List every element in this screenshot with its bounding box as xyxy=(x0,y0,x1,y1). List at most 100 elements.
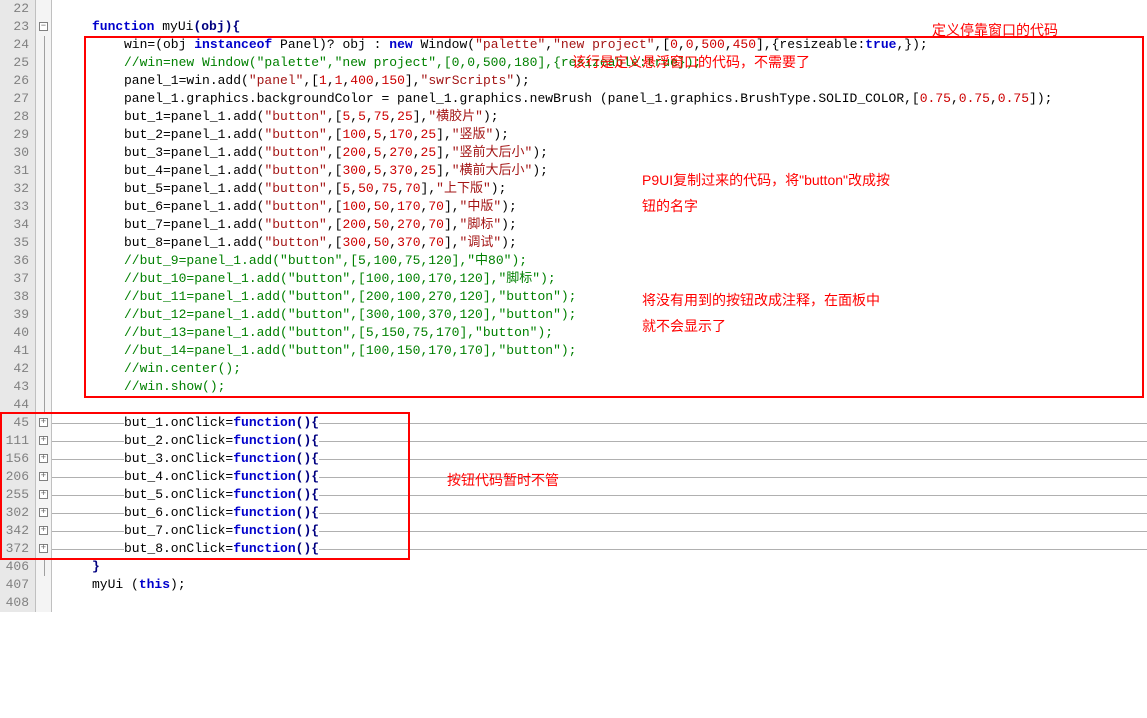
fold-guide xyxy=(36,144,51,162)
line-number: 26 xyxy=(0,72,35,90)
number: 1 xyxy=(319,73,327,88)
code-text: Panel)? obj : xyxy=(272,37,389,52)
code-text: ); xyxy=(514,73,530,88)
folded-function-line[interactable]: but_4.onClick=function(){ xyxy=(52,468,1147,486)
keyword-this: this xyxy=(139,577,170,592)
comment: //but_12=panel_1.add("button",[300,100,3… xyxy=(124,307,576,322)
line-number: 36 xyxy=(0,252,35,270)
folded-function-line[interactable]: but_8.onClick=function(){ xyxy=(52,540,1147,558)
folded-function-line[interactable]: but_2.onClick=function(){ xyxy=(52,432,1147,450)
keyword-function: function xyxy=(92,19,154,34)
line-number: 24 xyxy=(0,36,35,54)
code-text: ],{resizeable: xyxy=(756,37,865,52)
line-number: 342 xyxy=(0,522,35,540)
code-text: panel_1=win.add( xyxy=(124,73,249,88)
fn-params: (obj){ xyxy=(193,19,240,34)
code-text: win=(obj xyxy=(124,37,194,52)
number: 400 xyxy=(350,73,373,88)
number: 0 xyxy=(686,37,694,52)
code-line[interactable]: but_7=panel_1.add("button",[200,50,270,7… xyxy=(52,216,1147,234)
fold-guide xyxy=(36,234,51,252)
folded-function-line[interactable]: but_3.onClick=function(){ xyxy=(52,450,1147,468)
fold-guide xyxy=(36,108,51,126)
code-text: , xyxy=(951,91,959,106)
string-literal: "new project" xyxy=(553,37,654,52)
code-text: ,[ xyxy=(655,37,671,52)
line-number: 35 xyxy=(0,234,35,252)
code-line[interactable]: but_4=panel_1.add("button",[300,5,370,25… xyxy=(52,162,1147,180)
keyword-instanceof: instanceof xyxy=(194,37,272,52)
line-number: 33 xyxy=(0,198,35,216)
number: 500 xyxy=(701,37,724,52)
fold-guide xyxy=(36,126,51,144)
fold-column[interactable]: −++++++++ xyxy=(36,0,52,612)
fold-guide xyxy=(36,270,51,288)
code-line[interactable]: but_1=panel_1.add("button",[5,5,75,25],"… xyxy=(52,108,1147,126)
code-text: , xyxy=(725,37,733,52)
fold-guide xyxy=(36,360,51,378)
fn-name: myUi xyxy=(154,19,193,34)
number: 450 xyxy=(733,37,756,52)
comment: //but_9=panel_1.add("button",[5,100,75,1… xyxy=(124,253,527,268)
line-number: 22 xyxy=(0,0,35,18)
code-text: , xyxy=(990,91,998,106)
fold-guide xyxy=(36,72,51,90)
line-number: 27 xyxy=(0,90,35,108)
line-number: 25 xyxy=(0,54,35,72)
line-number: 31 xyxy=(0,162,35,180)
number: 0 xyxy=(670,37,678,52)
fold-collapsed-icon[interactable]: + xyxy=(36,414,51,432)
code-text: ); xyxy=(170,577,186,592)
code-line[interactable]: but_3=panel_1.add("button",[200,5,270,25… xyxy=(52,144,1147,162)
fold-expanded-icon[interactable]: − xyxy=(36,18,51,36)
fold-collapsed-icon[interactable]: + xyxy=(36,432,51,450)
code-area[interactable]: function myUi(obj){ win=(obj instanceof … xyxy=(52,0,1147,612)
comment: //but_13=panel_1.add("button",[5,150,75,… xyxy=(124,325,553,340)
line-number: 41 xyxy=(0,342,35,360)
folded-function-line[interactable]: but_5.onClick=function(){ xyxy=(52,486,1147,504)
line-number: 156 xyxy=(0,450,35,468)
folded-function-line[interactable]: but_7.onClick=function(){ xyxy=(52,522,1147,540)
folded-function-line[interactable]: but_6.onClick=function(){ xyxy=(52,504,1147,522)
fold-collapsed-icon[interactable]: + xyxy=(36,504,51,522)
fold-guide xyxy=(36,396,51,414)
code-line[interactable]: but_6=panel_1.add("button",[100,50,170,7… xyxy=(52,198,1147,216)
line-number: 28 xyxy=(0,108,35,126)
fold-guide xyxy=(36,288,51,306)
line-number: 111 xyxy=(0,432,35,450)
fold-guide xyxy=(36,342,51,360)
fold-collapsed-icon[interactable]: + xyxy=(36,450,51,468)
fold-guide xyxy=(36,378,51,396)
number: 0.75 xyxy=(920,91,951,106)
code-line[interactable]: but_2=panel_1.add("button",[100,5,170,25… xyxy=(52,126,1147,144)
code-line[interactable]: but_8=panel_1.add("button",[300,50,370,7… xyxy=(52,234,1147,252)
code-text: , xyxy=(545,37,553,52)
line-number: 302 xyxy=(0,504,35,522)
line-number: 39 xyxy=(0,306,35,324)
fold-collapsed-icon[interactable]: + xyxy=(36,486,51,504)
comment: //but_11=panel_1.add("button",[200,100,2… xyxy=(124,289,576,304)
line-number: 408 xyxy=(0,594,35,612)
fold-guide xyxy=(36,252,51,270)
line-number: 43 xyxy=(0,378,35,396)
fold-guide xyxy=(36,162,51,180)
code-line[interactable]: but_5=panel_1.add("button",[5,50,75,70],… xyxy=(52,180,1147,198)
fold-guide xyxy=(36,90,51,108)
fold-guide xyxy=(36,594,51,612)
code-text: myUi ( xyxy=(92,577,139,592)
fold-collapsed-icon[interactable]: + xyxy=(36,468,51,486)
code-editor[interactable]: 2223242526272829303132333435363738394041… xyxy=(0,0,1147,612)
fold-collapsed-icon[interactable]: + xyxy=(36,540,51,558)
fold-guide xyxy=(36,216,51,234)
comment: //but_10=panel_1.add("button",[100,100,1… xyxy=(124,271,556,286)
code-text: , xyxy=(374,73,382,88)
fold-guide xyxy=(36,180,51,198)
line-number: 42 xyxy=(0,360,35,378)
line-number: 407 xyxy=(0,576,35,594)
fold-collapsed-icon[interactable]: + xyxy=(36,522,51,540)
line-number: 372 xyxy=(0,540,35,558)
line-number-gutter: 2223242526272829303132333435363738394041… xyxy=(0,0,36,612)
code-text: ,}); xyxy=(896,37,927,52)
folded-function-line[interactable]: but_1.onClick=function(){ xyxy=(52,414,1147,432)
fold-guide xyxy=(36,306,51,324)
